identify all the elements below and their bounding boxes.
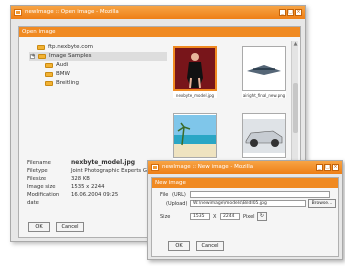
- window-controls: _ □ ×: [279, 9, 302, 16]
- new-image-window: newImage :: New image - Mozilla _ □ × Ne…: [147, 160, 343, 260]
- cancel-button[interactable]: Cancel: [196, 241, 224, 251]
- filesize-label: Filesize: [27, 176, 47, 182]
- main-title-bar[interactable]: newImage :: Open image - Mozilla _ □ ×: [11, 6, 305, 19]
- tree-item-bmw[interactable]: BMW: [29, 70, 167, 79]
- size-label: Size: [160, 214, 171, 220]
- lock-ratio-button[interactable]: ↻: [257, 212, 267, 221]
- url-label: (URL): [172, 192, 186, 198]
- close-icon[interactable]: ×: [295, 9, 302, 16]
- thumbnail-image: [242, 113, 286, 158]
- cancel-button[interactable]: Cancel: [56, 222, 84, 232]
- dialog-title: New image: [152, 178, 338, 188]
- app-icon: [14, 9, 22, 16]
- filesize-value: 328 KB: [71, 176, 90, 182]
- filetype-label: Filetype: [27, 168, 48, 174]
- thumbnail-item[interactable]: new_beach.png: [173, 113, 217, 165]
- window-title: newImage :: Open image - Mozilla: [25, 9, 119, 15]
- window-controls: _ □ ×: [316, 164, 339, 171]
- tree-item-ftp[interactable]: ftp.nexbyte.com: [29, 43, 167, 52]
- width-input[interactable]: 1535: [190, 213, 210, 220]
- folder-icon: [45, 81, 53, 86]
- minimize-icon[interactable]: _: [316, 164, 323, 171]
- thumbnail-item[interactable]: BMW_M5_CSL.jpg: [242, 113, 286, 165]
- new-image-dialog: New image File (URL) (Upload) W:\newimag…: [151, 177, 339, 257]
- thumbnail-caption: airight_final_new.png: [242, 93, 286, 98]
- folder-icon: [37, 45, 45, 50]
- ok-button[interactable]: OK: [28, 222, 50, 232]
- maximize-icon[interactable]: □: [324, 164, 331, 171]
- scroll-up-icon[interactable]: ▲: [293, 42, 298, 47]
- new-title-bar[interactable]: newImage :: New image - Mozilla _ □ ×: [148, 161, 342, 174]
- folder-icon: [45, 72, 53, 77]
- tree-item-image-samples[interactable]: + Image Samples: [29, 52, 167, 61]
- thumbnail-caption: nexbyte_model.jpg: [175, 93, 215, 98]
- size-separator: X: [213, 214, 217, 220]
- file-info: Filename nexbyte_model.jpg Filetype Joint …: [27, 159, 160, 206]
- file-label: File: [160, 192, 169, 198]
- close-icon[interactable]: ×: [332, 164, 339, 171]
- browse-button[interactable]: Browse...: [308, 199, 336, 208]
- image-size-label: Image size: [27, 184, 56, 190]
- thumbnail-item[interactable]: nexbyte_model.jpg: [173, 46, 217, 98]
- folder-icon: [38, 54, 46, 59]
- folder-icon: [45, 63, 53, 68]
- upload-label: (Upload): [166, 201, 188, 207]
- filename-value: nexbyte_model.jpg: [71, 159, 136, 166]
- dialog-title: Open image: [19, 27, 300, 37]
- expand-icon[interactable]: +: [30, 54, 35, 59]
- modification-date-value: 16.06.2004 09:25: [71, 192, 119, 198]
- image-size-value: 1535 x 2244: [71, 184, 105, 190]
- filetype-value: Joint Photographic Experts Group: [71, 168, 160, 174]
- window-title: newImage :: New image - Mozilla: [162, 164, 254, 170]
- scroll-thumb[interactable]: [293, 83, 298, 133]
- url-input[interactable]: [190, 191, 330, 198]
- modification-date-label: Modification date: [27, 192, 60, 206]
- thumbnail-item[interactable]: airight_final_new.png: [242, 46, 286, 98]
- thumbnail-image: [242, 46, 286, 91]
- tree-item-audi[interactable]: Audi: [29, 61, 167, 70]
- thumbnail-image: [173, 113, 217, 158]
- tree-item-breitling[interactable]: Breitling: [29, 79, 167, 88]
- maximize-icon[interactable]: □: [287, 9, 294, 16]
- app-icon: [151, 164, 159, 171]
- filename-label: Filename: [27, 160, 51, 166]
- height-input[interactable]: 2244: [220, 213, 240, 220]
- refresh-icon: ↻: [259, 213, 265, 219]
- upload-input[interactable]: W:\newimage\models\BildI05.jpg: [190, 200, 306, 207]
- thumbnail-image: [173, 46, 217, 91]
- minimize-icon[interactable]: _: [279, 9, 286, 16]
- ok-button[interactable]: OK: [168, 241, 190, 251]
- folder-tree: ftp.nexbyte.com + Image Samples Audi BMW…: [29, 43, 167, 88]
- unit-label: Pixel: [243, 214, 255, 220]
